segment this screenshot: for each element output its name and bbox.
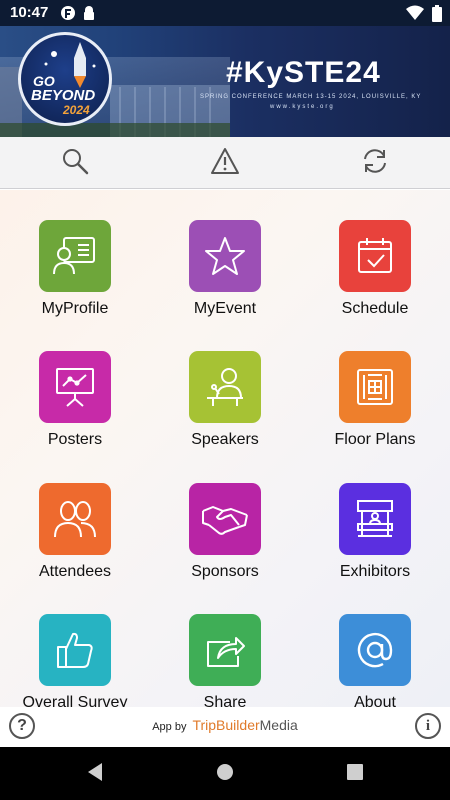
tile-label-overall-survey: Overall Survey [22, 694, 128, 707]
thumbs-up-icon [39, 614, 111, 686]
refresh-icon [359, 147, 391, 180]
search-button[interactable] [57, 147, 93, 179]
toolbar [0, 137, 450, 189]
status-bar: 10:47 [0, 0, 450, 26]
booth-icon [339, 483, 411, 555]
logo-text-beyond: BEYOND [31, 87, 96, 104]
tile-label-myevent: MyEvent [193, 300, 257, 317]
tile-speakers[interactable]: Speakers [150, 351, 300, 449]
event-banner: GO BEYOND 2024 #KySTE24 SPRING CONFERENC… [0, 26, 450, 137]
status-time: 10:47 [10, 4, 49, 21]
presentation-board-icon [39, 351, 111, 423]
handshake-icon [189, 483, 261, 555]
tile-label-schedule: Schedule [341, 300, 409, 317]
tile-schedule[interactable]: Schedule [300, 220, 450, 318]
system-navigation-bar [0, 747, 450, 800]
app-credit[interactable]: App by TripBuilderMedia [0, 717, 450, 735]
tile-label-speakers: Speakers [191, 431, 259, 448]
credit-brand-media: Media [259, 717, 298, 733]
tile-about[interactable]: About [300, 614, 450, 707]
alerts-button[interactable] [207, 147, 243, 179]
battery-icon [432, 5, 442, 27]
tile-label-about: About [354, 694, 396, 707]
tile-share[interactable]: Share [150, 614, 300, 707]
go-beyond-logo: GO BEYOND 2024 [18, 32, 112, 126]
footer-bar: ? App by TripBuilderMedia i [0, 707, 450, 747]
tile-floor-plans[interactable]: Floor Plans [300, 351, 450, 449]
home-button[interactable] [212, 761, 238, 787]
app-notification-icon [60, 5, 76, 26]
info-button[interactable]: i [415, 713, 441, 739]
tile-label-sponsors: Sponsors [191, 563, 259, 580]
tile-posters[interactable]: Posters [0, 351, 150, 449]
tile-label-myprofile: MyProfile [41, 300, 109, 317]
wifi-icon [406, 5, 424, 27]
tile-label-exhibitors: Exhibitors [339, 563, 411, 580]
at-sign-icon [339, 614, 411, 686]
speaker-podium-icon [189, 351, 261, 423]
tile-overall-survey[interactable]: Overall Survey [0, 614, 150, 707]
security-notification-icon [82, 5, 96, 26]
recents-button[interactable] [342, 761, 368, 787]
home-icon [214, 761, 236, 788]
credit-brand-tripbuilder: TripBuilder [192, 717, 260, 733]
credit-prefix: App by [152, 721, 187, 733]
warning-icon [210, 147, 240, 180]
tile-exhibitors[interactable]: Exhibitors [300, 483, 450, 581]
menu-grid: MyProfile MyEvent Schedule Posters Speak… [0, 190, 450, 707]
share-icon [189, 614, 261, 686]
event-url: www.kyste.org [270, 104, 335, 110]
calendar-check-icon [339, 220, 411, 292]
tile-sponsors[interactable]: Sponsors [150, 483, 300, 581]
search-icon [61, 147, 89, 180]
event-subtitle: SPRING CONFERENCE MARCH 13-15 2024, LOUI… [200, 94, 422, 100]
profile-card-icon [39, 220, 111, 292]
tile-myevent[interactable]: MyEvent [150, 220, 300, 318]
back-icon [86, 762, 104, 787]
sync-button[interactable] [357, 147, 393, 179]
tile-label-share: Share [203, 694, 247, 707]
logo-text-year: 2024 [63, 103, 90, 117]
star-icon [189, 220, 261, 292]
tile-label-posters: Posters [47, 431, 103, 448]
floor-plan-icon [339, 351, 411, 423]
tile-myprofile[interactable]: MyProfile [0, 220, 150, 318]
tile-label-floor-plans: Floor Plans [334, 431, 416, 448]
back-button[interactable] [82, 761, 108, 787]
tile-label-attendees: Attendees [38, 563, 112, 580]
tile-attendees[interactable]: Attendees [0, 483, 150, 581]
recents-icon [346, 763, 364, 786]
people-icon [39, 483, 111, 555]
event-hashtag: #KySTE24 [226, 56, 381, 89]
